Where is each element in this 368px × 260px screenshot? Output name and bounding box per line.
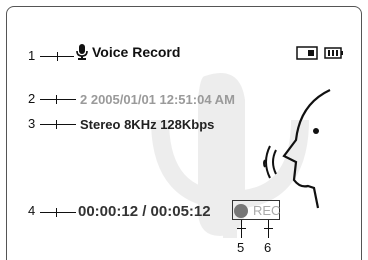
leader-2-tick xyxy=(56,95,57,104)
leader-4 xyxy=(40,212,76,213)
leader-3-tick xyxy=(56,120,57,129)
title-row: Voice Record xyxy=(76,44,180,60)
callout-2: 2 xyxy=(28,91,36,106)
callout-6: 6 xyxy=(264,240,272,255)
audio-format-line: Stereo 8KHz 128Kbps xyxy=(80,117,215,132)
leader-5 xyxy=(241,220,242,238)
file-info-line: 2 2005/01/01 12:51:04 AM xyxy=(80,92,235,107)
rec-label: REC xyxy=(253,203,281,218)
leader-1-tick xyxy=(57,52,58,61)
callout-3: 3 xyxy=(28,116,36,131)
leader-4-tick xyxy=(56,208,57,217)
callout-4: 4 xyxy=(28,203,36,218)
page-title: Voice Record xyxy=(92,44,181,60)
time-counter: 00:00:12 / 00:05:12 xyxy=(78,203,211,220)
leader-3 xyxy=(40,124,76,125)
microphone-icon xyxy=(76,44,88,60)
record-dot-icon xyxy=(234,204,248,218)
callout-1: 1 xyxy=(28,48,36,63)
leader-5-tick xyxy=(237,228,246,229)
leader-2 xyxy=(40,99,76,100)
battery-icon xyxy=(324,47,343,59)
memory-card-icon xyxy=(296,46,318,60)
leader-6-tick xyxy=(264,228,273,229)
callout-5: 5 xyxy=(237,240,245,255)
leader-6 xyxy=(268,220,269,238)
